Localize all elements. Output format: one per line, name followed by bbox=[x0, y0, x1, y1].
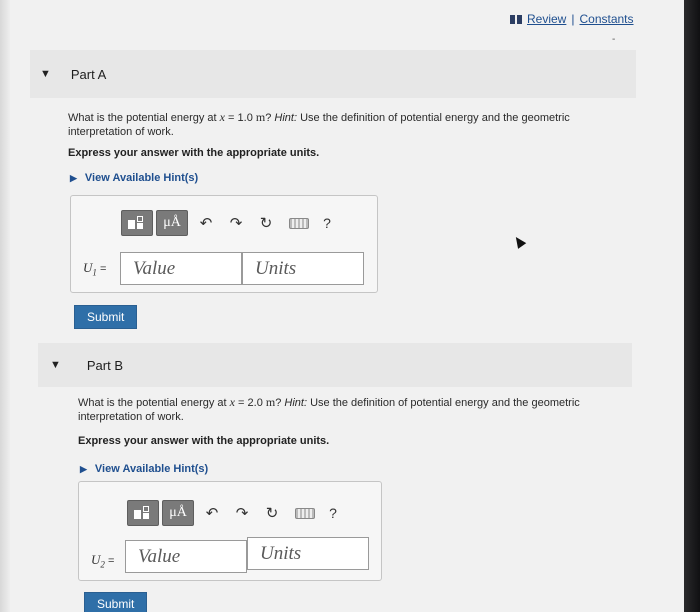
question-unit: m bbox=[255, 110, 266, 124]
browser-viewport: Review | Constants - ▼ Part A What is th… bbox=[0, 0, 684, 612]
hint-label: Hint: bbox=[274, 112, 298, 124]
part-a-title: Part A bbox=[70, 66, 107, 82]
expand-triangle-icon: ▶ bbox=[70, 172, 77, 183]
redo-icon[interactable]: ↷ bbox=[221, 214, 251, 232]
part-b-collapse-icon[interactable]: ▼ bbox=[50, 359, 61, 371]
part-a-view-hints[interactable]: ▶ View Available Hint(s) bbox=[70, 172, 198, 184]
part-b-math-toolbar: μÅ ↶ ↷ ↻ ? bbox=[127, 500, 343, 526]
redo-icon[interactable]: ↷ bbox=[227, 504, 257, 522]
equals-sign: = bbox=[96, 263, 107, 275]
part-a-submit-button[interactable]: Submit bbox=[74, 305, 138, 329]
part-b-question: What is the potential energy at x = 2.0 … bbox=[78, 395, 598, 424]
part-b-title: Part B bbox=[86, 357, 124, 373]
units-button[interactable]: μÅ bbox=[156, 210, 188, 236]
undo-icon[interactable]: ↶ bbox=[191, 214, 221, 232]
monitor-bezel bbox=[684, 0, 700, 612]
hint-label: Hint: bbox=[284, 397, 308, 409]
constants-link[interactable]: Constants bbox=[579, 12, 633, 26]
part-b-variable-label: U2 = bbox=[91, 552, 114, 570]
part-a-units-input[interactable] bbox=[242, 252, 364, 285]
keyboard-icon[interactable] bbox=[295, 507, 315, 519]
view-hints-label: View Available Hint(s) bbox=[94, 463, 209, 475]
keyboard-icon[interactable] bbox=[289, 217, 309, 229]
part-a-collapse-icon[interactable]: ▼ bbox=[40, 68, 51, 80]
top-links: Review | Constants bbox=[510, 12, 634, 26]
book-icon bbox=[510, 14, 522, 24]
equals-sign: = bbox=[104, 555, 115, 567]
part-a-express-instruction: Express your answer with the appropriate… bbox=[68, 147, 320, 159]
part-a-variable-label: U1 = bbox=[83, 260, 106, 278]
help-icon[interactable]: ? bbox=[323, 505, 343, 521]
units-symbol-icon: μÅ bbox=[163, 215, 181, 230]
units-button[interactable]: μÅ bbox=[162, 500, 194, 526]
part-a-header[interactable]: ▼ Part A bbox=[30, 50, 636, 98]
view-hints-label: View Available Hint(s) bbox=[84, 172, 199, 184]
templates-button[interactable] bbox=[127, 500, 159, 526]
reset-icon[interactable]: ↻ bbox=[251, 214, 281, 232]
part-b-express-instruction: Express your answer with the appropriate… bbox=[78, 435, 330, 447]
templates-icon bbox=[134, 506, 152, 520]
question-value: = 1.0 bbox=[224, 112, 256, 124]
screen-left-edge bbox=[0, 0, 10, 612]
templates-icon bbox=[128, 216, 146, 230]
review-link[interactable]: Review bbox=[527, 12, 566, 26]
collapse-dash[interactable]: - bbox=[612, 34, 615, 45]
part-b-submit-button[interactable]: Submit bbox=[84, 592, 148, 612]
part-b-answer-box: μÅ ↶ ↷ ↻ ? U2 = bbox=[78, 481, 382, 581]
help-icon[interactable]: ? bbox=[317, 215, 337, 231]
part-a-value-input[interactable] bbox=[120, 252, 242, 285]
question-text: What is the potential energy at bbox=[68, 112, 220, 124]
question-unit: m bbox=[265, 395, 276, 409]
link-separator: | bbox=[571, 12, 575, 26]
undo-icon[interactable]: ↶ bbox=[197, 504, 227, 522]
expand-triangle-icon: ▶ bbox=[80, 463, 87, 474]
mouse-cursor-icon bbox=[511, 234, 527, 249]
part-b-view-hints[interactable]: ▶ View Available Hint(s) bbox=[80, 463, 208, 475]
part-b-value-input[interactable] bbox=[125, 540, 247, 573]
part-a-question: What is the potential energy at x = 1.0 … bbox=[68, 110, 588, 139]
variable-symbol: U bbox=[83, 260, 93, 275]
part-b-header[interactable]: ▼ Part B bbox=[38, 343, 632, 387]
reset-icon[interactable]: ↻ bbox=[257, 504, 287, 522]
variable-symbol: U bbox=[91, 552, 101, 567]
units-symbol-icon: μÅ bbox=[169, 505, 187, 520]
part-a-math-toolbar: μÅ ↶ ↷ ↻ ? bbox=[121, 210, 337, 236]
part-a-answer-box: μÅ ↶ ↷ ↻ ? U1 = bbox=[70, 195, 378, 293]
question-value: = 2.0 bbox=[234, 397, 266, 409]
templates-button[interactable] bbox=[121, 210, 153, 236]
question-text: What is the potential energy at bbox=[78, 397, 230, 409]
part-b-units-input[interactable] bbox=[247, 537, 369, 570]
